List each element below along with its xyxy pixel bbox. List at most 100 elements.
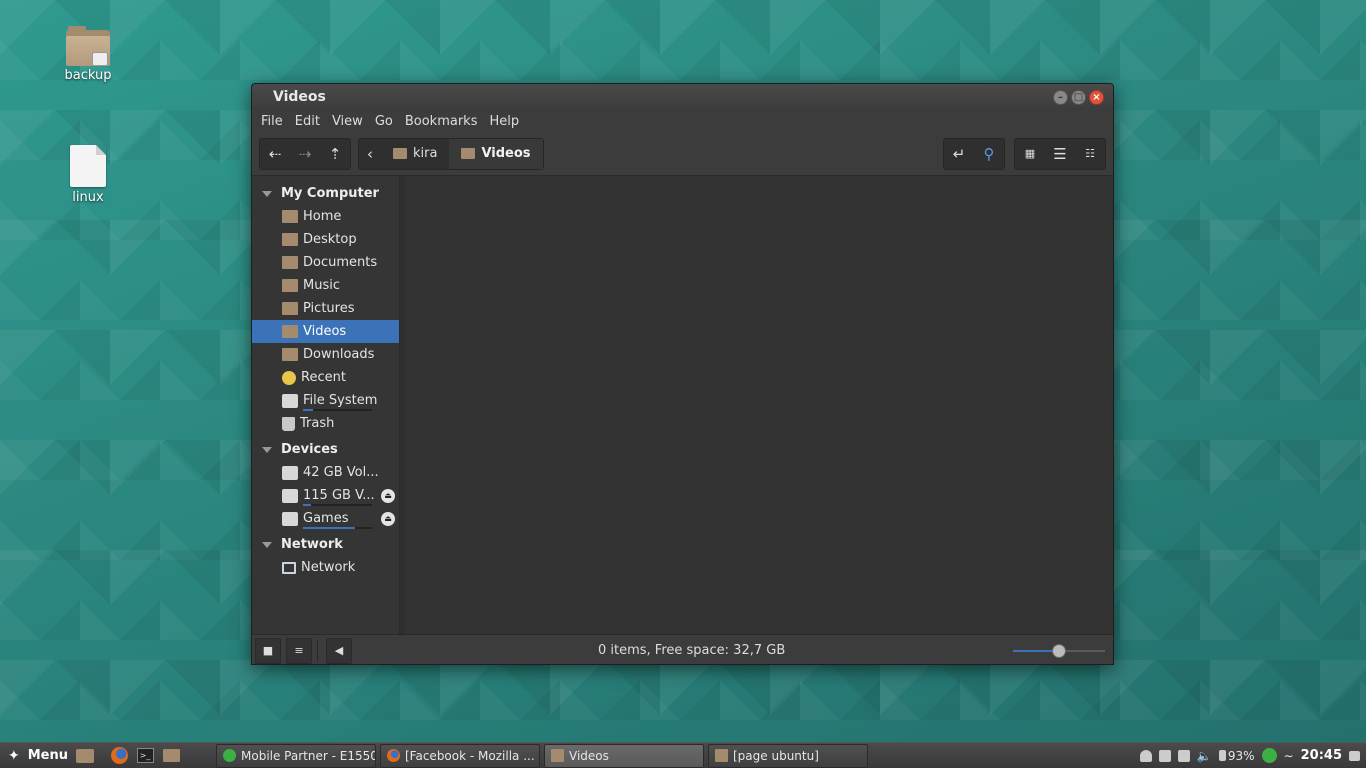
usage-bar [303,527,372,529]
menubar: File Edit View Go Bookmarks Help [252,110,1113,132]
launcher-terminal[interactable]: >_ [134,746,156,766]
menu-help[interactable]: Help [483,114,525,129]
toolbar: ⇠ ⇢ ⇡ ‹ kira Videos ↵ ⚲ ▦ ☰ ☷ [252,132,1113,176]
icon-view-icon[interactable]: ▦ [1015,139,1045,169]
window-titlebar[interactable]: Videos – □ × [252,84,1113,110]
zoom-slider-knob[interactable] [1052,644,1066,658]
section-my-computer[interactable]: My Computer [252,182,399,205]
show-treeview-icon[interactable]: ≡ [286,637,312,664]
file-view[interactable] [405,176,1113,634]
breadcrumb-videos[interactable]: Videos [449,138,543,169]
sidebar-item-label: Desktop [303,232,357,247]
up-arrow-icon[interactable]: ⇡ [320,139,350,169]
launcher-screenshot[interactable] [74,746,96,766]
sidebar-item-42gb-volume[interactable]: 42 GB Vol... [252,461,399,484]
sidebar-item-label: 42 GB Vol... [303,465,379,480]
menu-go[interactable]: Go [369,114,399,129]
compact-view-icon[interactable]: ☷ [1075,139,1105,169]
wifi-icon[interactable]: ∼ [1284,749,1294,763]
update-manager-icon[interactable] [1158,749,1171,762]
desktop-icon-linux[interactable]: linux [48,145,128,205]
text-file-icon [70,145,106,187]
usage-bar [303,409,372,411]
file-manager-window: Videos – □ × File Edit View Go Bookmarks… [251,83,1114,665]
network-icon [282,561,296,574]
sidebar-item-label: Documents [303,255,378,270]
videos-folder-icon [282,325,298,338]
task-videos[interactable]: Videos [544,743,704,768]
task-facebook-firefox[interactable]: [Facebook - Mozilla ... [380,743,540,768]
breadcrumb-kira[interactable]: kira [381,139,449,169]
show-desktop-icon[interactable] [1349,750,1360,761]
clock-icon [282,370,296,385]
sidebar-item-label: Home [303,209,342,224]
sidebar-item-file-system[interactable]: File System [252,389,399,412]
drive-icon [282,488,298,503]
expander-icon [262,541,272,548]
menu-view[interactable]: View [326,114,369,129]
sidebar-item-label: Trash [300,416,335,431]
drive-icon [282,465,298,480]
sidebar-item-home[interactable]: Home [252,205,399,228]
mobile-partner-icon [223,749,236,762]
hide-sidebar-icon[interactable]: ◀ [326,637,352,664]
breadcrumb-left-chevron-icon[interactable]: ‹ [359,139,381,169]
sidebar-item-pictures[interactable]: Pictures [252,297,399,320]
menu-file[interactable]: File [255,114,289,129]
clock[interactable]: 20:45 [1301,748,1342,763]
zoom-slider[interactable] [1013,644,1105,658]
sidebar-item-115gb-volume[interactable]: 115 GB V... ⏏ [252,484,399,507]
toggle-location-icon[interactable]: ↵ [944,139,974,169]
trash-icon [282,416,295,431]
eject-icon[interactable]: ⏏ [381,511,395,526]
system-tray: 🔈 93% ∼ 20:45 [1139,748,1360,763]
desktop-icon-backup[interactable]: backup [48,26,128,83]
sidebar-item-music[interactable]: Music [252,274,399,297]
downloads-folder-icon [282,348,298,361]
sidebar-item-desktop[interactable]: Desktop [252,228,399,251]
menu-bookmarks[interactable]: Bookmarks [399,114,484,129]
desktop-icon-label: backup [64,68,112,83]
task-mobile-partner[interactable]: Mobile Partner - E1550 [216,743,376,768]
show-places-icon[interactable]: ■ [255,637,281,664]
launcher-firefox[interactable] [108,746,130,766]
eject-icon[interactable]: ⏏ [381,488,395,503]
close-button[interactable]: × [1089,89,1104,105]
sidebar-item-games[interactable]: Games ⏏ [252,507,399,530]
firefox-icon [387,749,400,762]
sidebar-item-network[interactable]: Network [252,556,399,579]
desktop-icon-label: linux [72,190,104,205]
section-devices[interactable]: Devices [252,438,399,461]
breadcrumb-label: Videos [481,146,531,161]
menu-edit[interactable]: Edit [289,114,326,129]
terminal-icon: >_ [136,748,154,763]
network-icon[interactable] [1177,749,1190,762]
maximize-button[interactable]: □ [1071,89,1086,105]
sidebar-item-downloads[interactable]: Downloads [252,343,399,366]
launcher-files[interactable] [160,746,182,766]
mobile-partner-tray-icon[interactable] [1261,748,1277,763]
bottom-panel: ✦ Menu >_ Mobile Partner - E1550 [Facebo… [0,742,1366,768]
sidebar-item-trash[interactable]: Trash [252,412,399,435]
sidebar-item-recent[interactable]: Recent [252,366,399,389]
battery-icon[interactable]: 93% [1218,748,1255,763]
search-icon[interactable]: ⚲ [974,139,1004,169]
user-icon[interactable] [1139,749,1152,762]
section-title: Network [281,537,343,552]
sidebar-item-documents[interactable]: Documents [252,251,399,274]
forward-arrow-icon[interactable]: ⇢ [290,139,320,169]
menu-button[interactable]: ✦ Menu [0,748,72,764]
location-search-buttons: ↵ ⚲ [943,137,1005,170]
sidebar-item-videos[interactable]: Videos [252,320,399,343]
music-folder-icon [282,279,298,292]
task-label: [Facebook - Mozilla ... [405,748,535,763]
section-network[interactable]: Network [252,533,399,556]
volume-icon[interactable]: 🔈 [1197,749,1212,763]
documents-folder-icon [282,256,298,269]
battery-level: 93% [1227,748,1255,763]
minimize-button[interactable]: – [1053,89,1068,105]
back-arrow-icon[interactable]: ⇠ [260,139,290,169]
sidebar-item-label: Downloads [303,347,375,362]
list-view-icon[interactable]: ☰ [1045,139,1075,169]
task-page-ubuntu[interactable]: [page ubuntu] [708,743,868,768]
